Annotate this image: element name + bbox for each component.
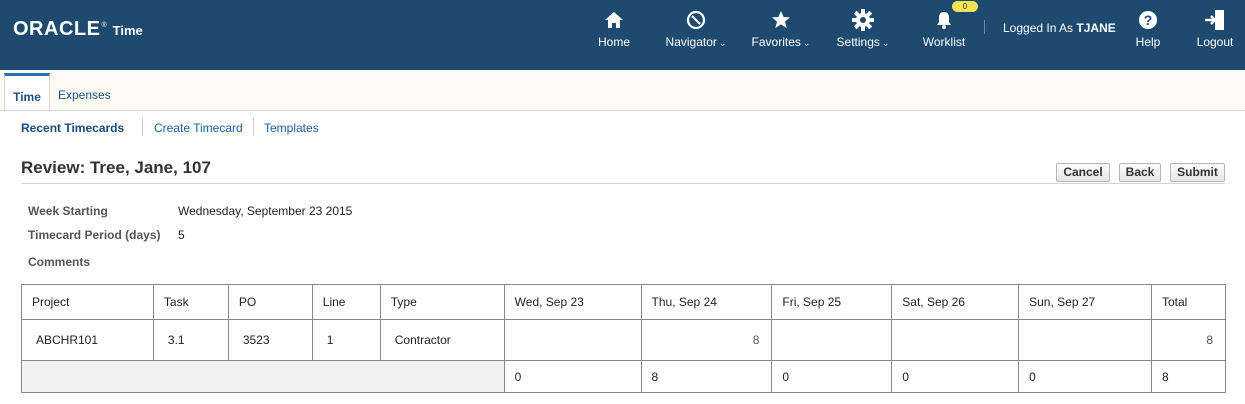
subnav-divider [253,118,254,136]
logged-in-user: Logged In As TJANE [1003,21,1116,35]
cell-thu-hours: 8 [640,319,773,361]
star-icon [750,8,812,32]
cell-wed-hours [503,319,642,361]
oracle-brand: ORACLE ® Time [13,18,143,41]
column-header-thu: Thu, Sep 24 [640,284,773,320]
chevron-down-icon: ⌄ [881,38,890,48]
cell-task: 3.1 [152,319,229,361]
column-header-task: Task [152,284,229,320]
logged-in-username: TJANE [1076,21,1116,35]
subnav-templates[interactable]: Templates [264,121,319,135]
submit-button[interactable]: Submit [1170,163,1225,182]
tab-time[interactable]: Time [4,73,50,112]
logout-label: Logout [1196,35,1234,49]
svg-text:?: ? [1144,12,1153,28]
tab-expenses[interactable]: Expenses [58,88,111,102]
cell-sun-hours [1018,319,1152,361]
title-divider [21,183,1225,184]
table-header-row: Project Task PO Line Type Wed, Sep 23 Th… [21,284,1227,320]
home-nav-button[interactable]: Home [598,8,630,49]
timecard-table: Project Task PO Line Type Wed, Sep 23 Th… [21,284,1227,393]
comments-label: Comments [28,255,91,269]
total-fri: 0 [771,360,893,393]
subnav-create-timecard[interactable]: Create Timecard [154,121,243,135]
chevron-down-icon: ⌄ [802,38,811,48]
total-sat: 0 [891,360,1020,393]
favorites-nav-button[interactable]: Favorites ⌄ [750,8,812,49]
help-label: Help [1135,35,1161,49]
tab-bar: Time Expenses [0,70,1245,112]
cancel-button[interactable]: Cancel [1056,163,1110,182]
column-header-fri: Fri, Sep 25 [771,284,893,320]
cell-project: ABCHR101 [21,319,154,361]
logged-in-prefix: Logged In As [1003,21,1074,35]
settings-label: Settings [836,35,880,49]
home-icon [598,8,630,32]
favorites-label: Favorites [751,35,801,49]
total-thu: 8 [640,360,773,393]
subnav-recent-timecards[interactable]: Recent Timecards [21,121,124,135]
help-icon: ? [1134,8,1162,32]
week-starting-value: Wednesday, September 23 2015 [178,204,353,218]
page-title: Review: Tree, Jane, 107 [21,158,211,177]
help-nav-button[interactable]: ? Help [1134,8,1162,49]
oracle-logo: ORACLE [13,18,101,40]
app-name: Time [112,23,143,38]
column-header-line: Line [311,284,381,320]
gear-icon [835,8,891,32]
timecard-period-value: 5 [178,228,185,242]
compass-icon [664,8,728,32]
logout-icon [1195,8,1235,32]
global-header: ORACLE ® Time Home Navigator ⌄ Favorites ⌄ [0,0,1245,70]
navigator-nav-button[interactable]: Navigator ⌄ [664,8,728,49]
cell-sat-hours [891,319,1020,361]
totals-blank-cell [21,360,505,393]
week-starting-label: Week Starting [28,204,108,218]
total-sun: 0 [1018,360,1152,393]
header-divider [984,20,985,34]
back-button[interactable]: Back [1119,163,1161,182]
column-header-po: PO [227,284,313,320]
logout-nav-button[interactable]: Logout [1195,8,1235,49]
total-grand: 8 [1150,360,1227,393]
column-header-type: Type [379,284,505,320]
cell-line: 1 [311,319,381,361]
trademark-mark: ® [101,22,107,29]
settings-nav-button[interactable]: Settings ⌄ [835,8,891,49]
column-header-total: Total [1150,284,1227,320]
cell-po: 3523 [227,319,313,361]
worklist-count-badge: 0 [952,1,978,12]
totals-row: 0 8 0 0 0 8 [21,360,1227,393]
column-header-sun: Sun, Sep 27 [1018,284,1152,320]
timecard-period-label: Timecard Period (days) [28,228,161,242]
home-label: Home [598,35,631,49]
chevron-down-icon: ⌄ [718,38,727,48]
column-header-project: Project [21,284,154,320]
column-header-sat: Sat, Sep 26 [891,284,1020,320]
cell-row-total: 8 [1150,319,1227,361]
total-wed: 0 [503,360,642,393]
cell-type: Contractor [379,319,505,361]
worklist-nav-button[interactable]: Worklist [921,8,967,49]
table-row: ABCHR101 3.1 3523 1 Contractor 8 8 [21,319,1227,361]
column-header-wed: Wed, Sep 23 [503,284,642,320]
subnav-divider [142,118,143,136]
worklist-label: Worklist [922,35,966,49]
tab-underline [0,110,1245,111]
cell-fri-hours [771,319,893,361]
navigator-label: Navigator [665,35,717,49]
